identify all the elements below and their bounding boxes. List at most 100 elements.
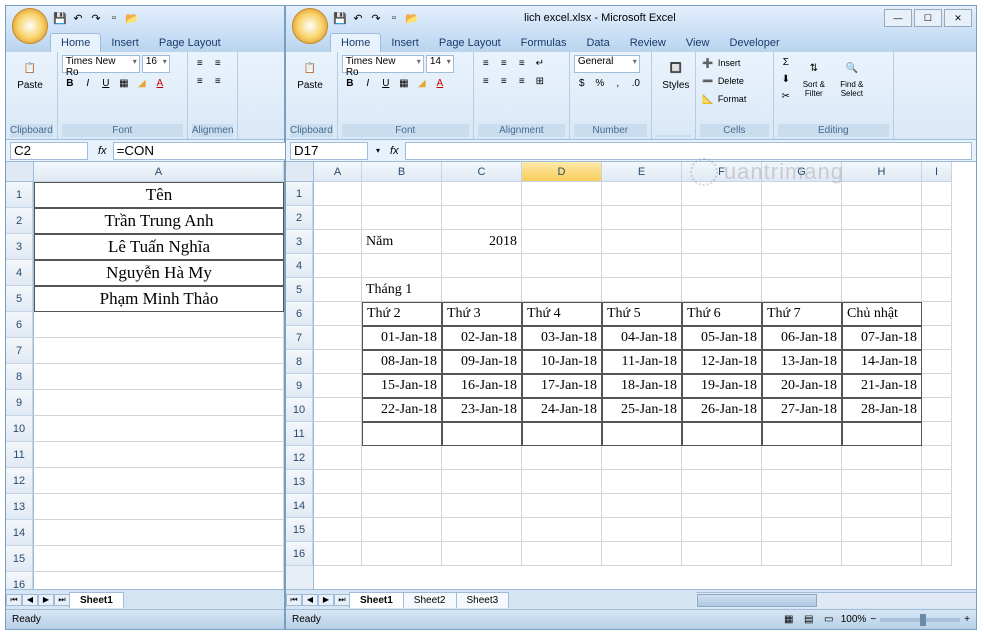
cell-D2[interactable]	[522, 206, 602, 230]
cell-A12[interactable]	[34, 468, 284, 494]
cell-F8[interactable]: 12-Jan-18	[682, 350, 762, 374]
sheet-nav[interactable]: ⏮◀▶⏭	[286, 594, 350, 606]
horizontal-scrollbar[interactable]	[696, 592, 976, 608]
row-header-2[interactable]: 2	[6, 208, 33, 234]
row-header-11[interactable]: 11	[6, 442, 33, 468]
save-icon[interactable]: 💾	[52, 10, 68, 26]
cell-B6[interactable]: Thứ 2	[362, 302, 442, 326]
cell-A9[interactable]	[34, 390, 284, 416]
cell-C5[interactable]	[442, 278, 522, 302]
paste-button[interactable]: 📋Paste	[290, 54, 330, 93]
fill-down-icon[interactable]: ⬇	[778, 71, 794, 87]
cell-D10[interactable]: 24-Jan-18	[522, 398, 602, 422]
cell-H4[interactable]	[842, 254, 922, 278]
fx-icon[interactable]: fx	[384, 145, 405, 157]
cell-F16[interactable]	[682, 542, 762, 566]
cell-B16[interactable]	[362, 542, 442, 566]
cell-D8[interactable]: 10-Jan-18	[522, 350, 602, 374]
cell-D4[interactable]	[522, 254, 602, 278]
fill-icon[interactable]: ◢	[414, 75, 430, 91]
cell-D6[interactable]: Thứ 4	[522, 302, 602, 326]
cell-E2[interactable]	[602, 206, 682, 230]
cell-E4[interactable]	[602, 254, 682, 278]
row-header-9[interactable]: 9	[286, 374, 313, 398]
cell-A16[interactable]	[34, 572, 284, 589]
cell-A4[interactable]	[314, 254, 362, 278]
font-color-icon[interactable]: A	[432, 75, 448, 91]
cell-F1[interactable]	[682, 182, 762, 206]
col-header-A[interactable]: A	[314, 162, 362, 182]
cell-D1[interactable]	[522, 182, 602, 206]
row-header-8[interactable]: 8	[286, 350, 313, 374]
percent-icon[interactable]: %	[592, 75, 608, 91]
cell-A8[interactable]	[34, 364, 284, 390]
cell-A15[interactable]	[34, 546, 284, 572]
cell-E12[interactable]	[602, 446, 682, 470]
redo-icon[interactable]: ↷	[368, 10, 384, 26]
cell-H12[interactable]	[842, 446, 922, 470]
cell-I8[interactable]	[922, 350, 952, 374]
cell-D9[interactable]: 17-Jan-18	[522, 374, 602, 398]
cell-A8[interactable]	[314, 350, 362, 374]
cell-C12[interactable]	[442, 446, 522, 470]
tab-page-layout[interactable]: Page Layout	[429, 34, 511, 52]
tab-data[interactable]: Data	[576, 34, 619, 52]
underline-icon[interactable]: U	[378, 75, 394, 91]
row-header-10[interactable]: 10	[286, 398, 313, 422]
align-ctr-icon[interactable]: ≡	[210, 73, 226, 89]
sheet-tab-sheet1[interactable]: Sheet1	[349, 592, 404, 608]
cell-A10[interactable]	[314, 398, 362, 422]
cell-H11[interactable]	[842, 422, 922, 446]
cell-D5[interactable]	[522, 278, 602, 302]
cell-B9[interactable]: 15-Jan-18	[362, 374, 442, 398]
cell-G11[interactable]	[762, 422, 842, 446]
cells-area[interactable]: TênTrần Trung AnhLê Tuấn NghĩaNguyễn Hà …	[34, 182, 284, 589]
formula-bar[interactable]	[405, 142, 972, 160]
cell-E15[interactable]	[602, 518, 682, 542]
row-header-11[interactable]: 11	[286, 422, 313, 446]
comma-icon[interactable]: ,	[610, 75, 626, 91]
cell-A11[interactable]	[34, 442, 284, 468]
tab-home[interactable]: Home	[330, 33, 381, 52]
cell-F9[interactable]: 19-Jan-18	[682, 374, 762, 398]
cell-H8[interactable]: 14-Jan-18	[842, 350, 922, 374]
cell-H2[interactable]	[842, 206, 922, 230]
border-icon[interactable]: ▦	[116, 75, 132, 91]
cell-B14[interactable]	[362, 494, 442, 518]
row-header-4[interactable]: 4	[6, 260, 33, 286]
cell-G1[interactable]	[762, 182, 842, 206]
cell-C2[interactable]	[442, 206, 522, 230]
cell-A5[interactable]	[314, 278, 362, 302]
clear-icon[interactable]: ✂	[778, 88, 794, 104]
align-top-icon[interactable]: ≡	[192, 55, 208, 71]
cell-C6[interactable]: Thứ 3	[442, 302, 522, 326]
cell-A15[interactable]	[314, 518, 362, 542]
cell-I3[interactable]	[922, 230, 952, 254]
maximize-button[interactable]: ☐	[914, 9, 942, 27]
zoom-in-icon[interactable]: +	[964, 614, 970, 625]
sheet-nav[interactable]: ⏮◀▶⏭	[6, 594, 70, 606]
zoom-level[interactable]: 100%	[841, 614, 867, 625]
tab-home[interactable]: Home	[50, 33, 101, 52]
cell-H1[interactable]	[842, 182, 922, 206]
cell-E7[interactable]: 04-Jan-18	[602, 326, 682, 350]
cell-C14[interactable]	[442, 494, 522, 518]
cell-B8[interactable]: 08-Jan-18	[362, 350, 442, 374]
align-mid-icon[interactable]: ≡	[210, 55, 226, 71]
tab-view[interactable]: View	[676, 34, 720, 52]
cell-G16[interactable]	[762, 542, 842, 566]
tab-developer[interactable]: Developer	[719, 34, 789, 52]
view-break-icon[interactable]: ▭	[821, 612, 837, 628]
cell-E8[interactable]: 11-Jan-18	[602, 350, 682, 374]
tab-formulas[interactable]: Formulas	[511, 34, 577, 52]
row-header-16[interactable]: 16	[6, 572, 33, 589]
cell-I14[interactable]	[922, 494, 952, 518]
cell-D11[interactable]	[522, 422, 602, 446]
cell-A3[interactable]: Lê Tuấn Nghĩa	[34, 234, 284, 260]
cell-G15[interactable]	[762, 518, 842, 542]
cell-D14[interactable]	[522, 494, 602, 518]
row-header-6[interactable]: 6	[6, 312, 33, 338]
cell-E1[interactable]	[602, 182, 682, 206]
cell-B1[interactable]	[362, 182, 442, 206]
underline-icon[interactable]: U	[98, 75, 114, 91]
